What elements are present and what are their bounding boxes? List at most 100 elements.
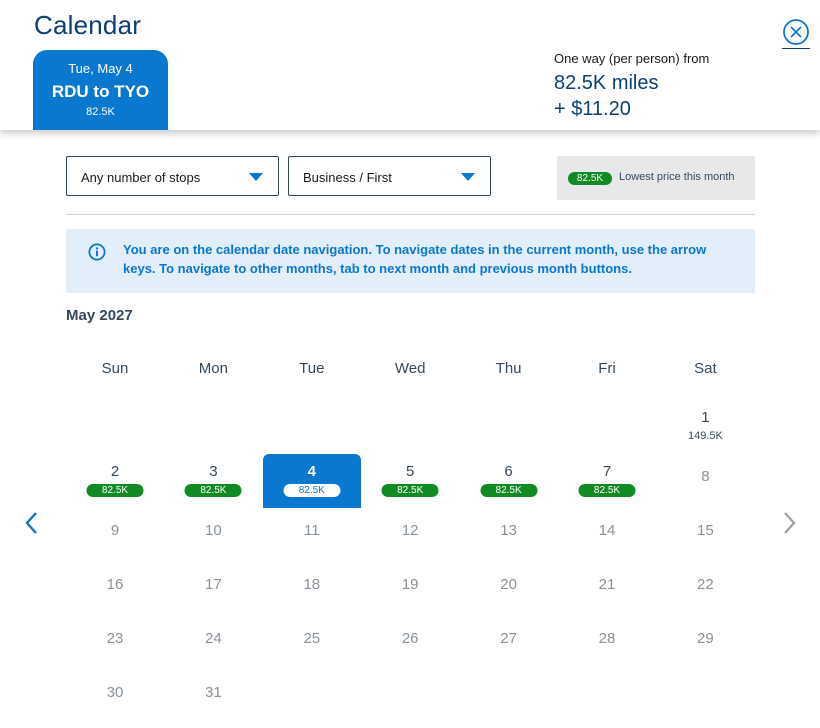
stops-select-value: Any number of stops [81,170,201,185]
day-number: 12 [401,522,419,539]
day-number: 5 [406,463,415,480]
info-text: You are on the calendar date navigation.… [123,242,707,276]
day-number: 18 [303,576,321,593]
day-number: 3 [209,463,218,480]
calendar-day: 19 [361,562,459,616]
day-number: 6 [504,463,513,480]
calendar-day[interactable]: 5 82.5K [361,454,459,508]
previous-month-button[interactable] [20,508,44,538]
calendar-day: 9 [66,508,164,562]
price-fee: + $11.20 [554,98,631,120]
tab-route: RDU to TYO [51,82,150,101]
info-circle-icon [88,243,106,261]
calendar-day: 23 [66,616,164,670]
weekday-header: Sun [101,360,129,377]
day-number: 20 [500,576,517,593]
close-circle-icon [783,19,809,45]
weekday-header: Tue [299,360,325,377]
day-number: 29 [697,630,714,647]
lowest-price-pill: 82.5K [184,484,242,497]
price-from-label: One way (per person) from [554,51,710,66]
calendar-day: 25 [263,616,361,670]
dialog-header: Calendar Tue, May 4 RDU to TYO 82.5K One… [0,0,820,130]
calendar-day: 21 [558,562,656,616]
day-number: 28 [598,630,616,647]
day-number: 7 [602,463,612,480]
calendar-day: 13 [460,508,558,562]
lowest-price-legend: 82.5K Lowest price this month [557,156,755,200]
divider [66,214,755,215]
weekday-header: Fri [598,360,616,377]
lowest-price-pill: 82.5K [480,484,538,497]
month-title: May 2027 [66,307,133,324]
calendar-day: 28 [558,616,656,670]
calendar-day[interactable]: 7 82.5K [558,454,656,508]
day-number: 27 [500,630,517,647]
day-price: 149.5K [687,430,723,442]
day-number: 21 [598,576,616,593]
calendar-day: 18 [263,562,361,616]
calendar-day: 31 [164,670,262,724]
tab-date: Tue, May 4 [68,61,133,76]
caret-down-icon [461,173,475,181]
lowest-price-pill: 82.5K [86,484,144,497]
day-number: 23 [106,630,124,647]
weekday-header: Wed [394,360,426,377]
close-underline [782,48,810,49]
day-number: 10 [205,522,222,539]
price-miles: 82.5K miles [554,72,659,94]
calendar-day: 29 [656,616,754,670]
chevron-left-icon [25,512,37,534]
calendar-day: 17 [164,562,262,616]
chevron-right-icon [784,512,796,534]
day-number: 9 [110,522,120,539]
calendar-dialog: Calendar Tue, May 4 RDU to TYO 82.5K One… [0,0,820,728]
legend-price-pill: 82.5K [568,172,612,185]
stops-select[interactable]: Any number of stops [66,156,279,196]
selected-date-tab[interactable]: Tue, May 4 RDU to TYO 82.5K [33,50,168,130]
day-number: 16 [106,576,124,593]
next-month-button[interactable] [777,508,801,538]
calendar-day[interactable]: 3 82.5K [164,454,262,508]
calendar-day: 22 [656,562,754,616]
close-button[interactable] [782,18,810,48]
caret-down-icon [249,173,263,181]
tab-price: 82.5K [86,106,115,118]
calendar-day: 20 [460,562,558,616]
calendar-day: 12 [361,508,459,562]
day-number: 8 [701,468,710,485]
day-number: 2 [110,463,120,480]
day-number: 30 [106,684,124,701]
day-number: 11 [304,522,320,539]
day-number: 17 [205,576,222,593]
calendar-day[interactable]: 6 82.5K [460,454,558,508]
calendar-day: 14 [558,508,656,562]
calendar-day: 26 [361,616,459,670]
day-number: 4 [307,463,316,480]
cabin-select-value: Business / First [303,170,392,185]
day-number: 1 [701,409,710,426]
day-number: 19 [401,576,419,593]
calendar-day: 30 [66,670,164,724]
calendar-day: 16 [66,562,164,616]
calendar-day: 15 [656,508,754,562]
calendar-day: 27 [460,616,558,670]
calendar-day-selected[interactable]: 4 82.5K [262,454,361,508]
day-number: 31 [205,684,222,701]
day-number: 15 [697,522,714,539]
weekday-header: Mon [198,360,228,377]
day-number: 25 [303,630,321,647]
page-title: Calendar [34,10,142,40]
calendar-day[interactable]: 2 82.5K [66,454,164,508]
lowest-price-pill: 82.5K [578,484,636,497]
calendar-day: 8 [656,454,754,508]
legend-text: Lowest price this month [619,171,735,183]
lowest-price-pill: 82.5K [381,484,439,497]
day-number: 24 [205,630,222,647]
calendar-day: 10 [164,508,262,562]
weekday-header: Thu [495,360,522,377]
day-number: 22 [697,576,714,593]
cabin-select[interactable]: Business / First [288,156,491,196]
calendar-day[interactable]: 1 149.5K [656,400,754,454]
weekday-header: Sat [694,360,717,377]
